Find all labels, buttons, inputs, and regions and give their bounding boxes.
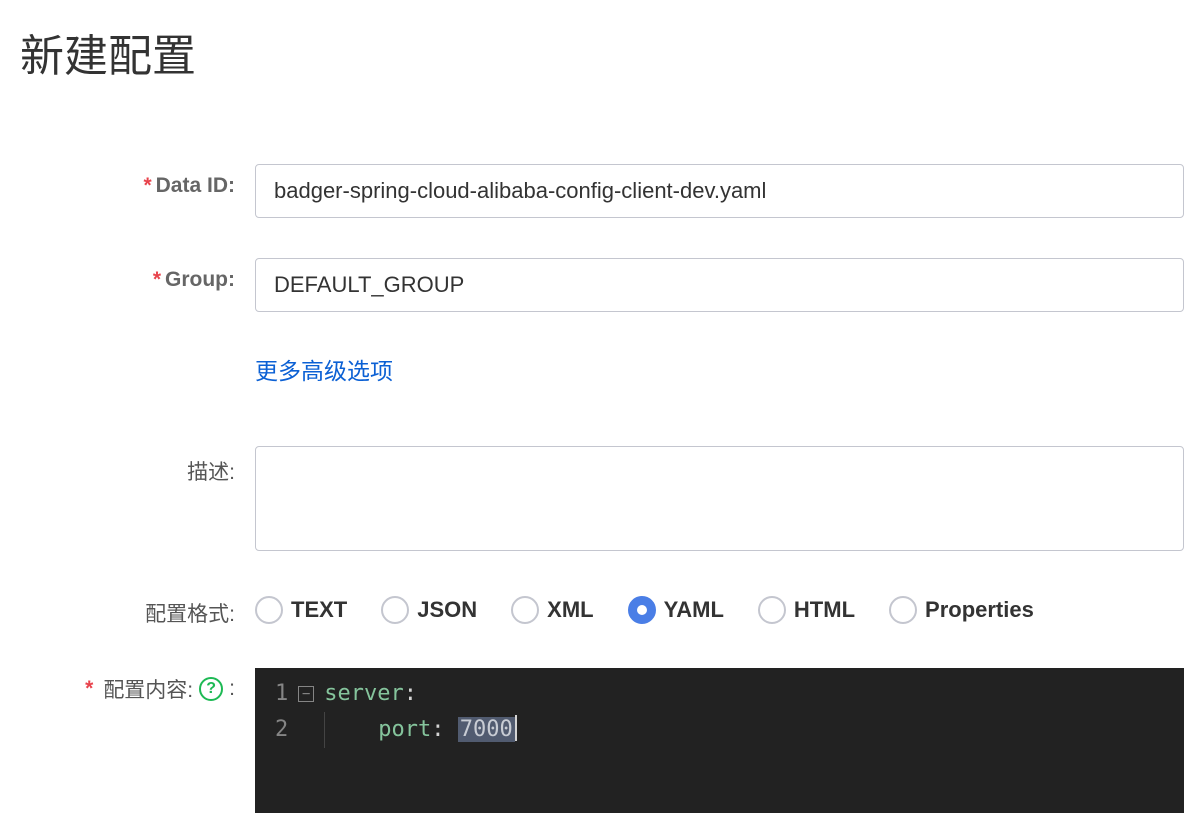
label-group: *Group: [20, 258, 255, 292]
required-mark-icon: * [85, 677, 93, 701]
row-format: 配置格式: TEXT JSON XML YAML HTML [20, 596, 1184, 628]
label-description: 描述: [20, 446, 255, 486]
radio-icon [255, 596, 283, 624]
code-editor[interactable]: 1 − 2 server: port: 7000 [255, 668, 1184, 813]
data-id-input[interactable] [255, 164, 1184, 218]
code-line: server: [324, 676, 516, 712]
row-group: *Group: [20, 258, 1184, 312]
format-radio-text[interactable]: TEXT [255, 596, 347, 624]
fold-collapse-icon[interactable]: − [298, 686, 314, 702]
help-icon[interactable]: ? [199, 677, 223, 701]
label-content: * 配置内容: ? : [20, 668, 255, 704]
cursor-icon [515, 715, 517, 741]
format-radio-html[interactable]: HTML [758, 596, 855, 624]
row-description: 描述: [20, 446, 1184, 556]
description-input[interactable] [255, 446, 1184, 551]
label-data-id: *Data ID: [20, 164, 255, 198]
editor-gutter: 1 − 2 [255, 668, 324, 813]
page-title: 新建配置 [20, 20, 1184, 84]
format-radio-yaml[interactable]: YAML [628, 596, 724, 624]
format-radio-json[interactable]: JSON [381, 596, 477, 624]
radio-icon [381, 596, 409, 624]
format-radio-group: TEXT JSON XML YAML HTML Properties [255, 596, 1184, 624]
format-radio-properties[interactable]: Properties [889, 596, 1034, 624]
row-content: * 配置内容: ? : 1 − 2 server: port: 7000 [20, 668, 1184, 813]
required-mark-icon: * [153, 268, 161, 291]
radio-icon [889, 596, 917, 624]
label-format: 配置格式: [20, 596, 255, 628]
radio-checked-icon [628, 596, 656, 624]
radio-icon [758, 596, 786, 624]
group-input[interactable] [255, 258, 1184, 312]
required-mark-icon: * [143, 174, 151, 197]
row-advanced: 更多高级选项 [20, 352, 1184, 386]
line-number: 2 [275, 712, 288, 748]
radio-icon [511, 596, 539, 624]
code-line: port: 7000 [324, 712, 516, 748]
editor-content[interactable]: server: port: 7000 [324, 668, 516, 813]
line-number: 1 [275, 676, 288, 712]
row-data-id: *Data ID: [20, 164, 1184, 218]
format-radio-xml[interactable]: XML [511, 596, 593, 624]
advanced-options-link[interactable]: 更多高级选项 [255, 358, 393, 384]
